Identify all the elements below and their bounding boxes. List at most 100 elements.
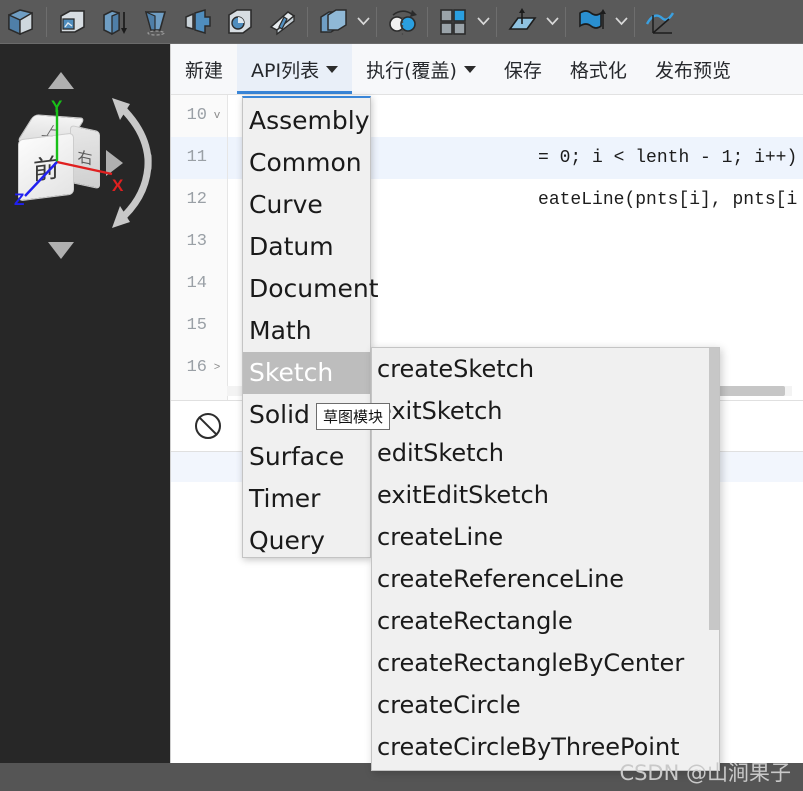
line-number: 15	[187, 305, 207, 347]
view-cube-widget[interactable]: 上 右 前 Y X Z	[0, 72, 170, 272]
submenu-item-createReferenceLine[interactable]: createReferenceLine	[372, 558, 712, 600]
toolbar-separator	[46, 7, 47, 37]
dropdown-item-curve[interactable]: Curve	[243, 184, 370, 226]
chevron-down-icon[interactable]	[543, 2, 561, 42]
sketch-api-submenu[interactable]: createSketch exitSketch editSketch exitE…	[371, 347, 720, 771]
sketch-module-tooltip: 草图模块	[316, 403, 390, 430]
axis-label-x: X	[112, 176, 123, 196]
editor-menubar: 新建 API列表 执行(覆盖) 保存 格式化 发布预览	[171, 44, 803, 95]
menu-item-save[interactable]: 保存	[490, 44, 556, 94]
dropdown-item-surface[interactable]: Surface	[243, 436, 370, 478]
datum-plane-icon[interactable]	[501, 2, 543, 42]
submenu-item-createSketch[interactable]: createSketch	[372, 348, 712, 390]
chevron-down-icon	[464, 66, 476, 73]
dropdown-item-math[interactable]: Math	[243, 310, 370, 352]
pattern-group	[432, 2, 492, 42]
menu-item-execute[interactable]: 执行(覆盖)	[352, 44, 490, 94]
menu-label: 格式化	[570, 56, 627, 83]
line-number: 14	[187, 263, 207, 305]
boolean-group	[312, 2, 372, 42]
curve-icon[interactable]	[639, 2, 681, 42]
draft-icon[interactable]	[93, 2, 135, 42]
surface-icon[interactable]	[570, 2, 612, 42]
line-number-row: 10 v	[171, 95, 227, 137]
menu-item-format[interactable]: 格式化	[556, 44, 641, 94]
line-number-row: 13	[171, 221, 227, 263]
toolbar-separator	[496, 7, 497, 37]
menu-item-publish-preview[interactable]: 发布预览	[641, 44, 745, 94]
submenu-item-exitEditSketch[interactable]: exitEditSketch	[372, 474, 712, 516]
3d-viewport[interactable]: 上 右 前 Y X Z	[0, 44, 170, 763]
dropdown-item-timer[interactable]: Timer	[243, 478, 370, 520]
dropdown-item-document[interactable]: Document	[243, 268, 370, 310]
fold-chevron-right-icon[interactable]: >	[211, 347, 223, 389]
axis-label-z: Z	[14, 190, 24, 210]
line-number-row: 11	[171, 137, 227, 179]
fold-chevron-down-icon[interactable]: v	[211, 95, 223, 137]
axis-triad	[12, 104, 142, 214]
chevron-down-icon[interactable]	[612, 2, 630, 42]
line-number-row: 14	[171, 263, 227, 305]
menu-label: 执行(覆盖)	[366, 56, 457, 83]
menu-item-new[interactable]: 新建	[171, 44, 237, 94]
submenu-item-createRectangle[interactable]: createRectangle	[372, 600, 712, 642]
taper-icon[interactable]	[135, 2, 177, 42]
hole-icon[interactable]	[219, 2, 261, 42]
line-number-row: 12	[171, 179, 227, 221]
chevron-down-icon	[326, 66, 338, 73]
boolean-icon[interactable]	[312, 2, 354, 42]
nav-down-arrow-icon[interactable]	[48, 242, 74, 264]
chevron-down-icon[interactable]	[354, 2, 372, 42]
scrollbar-thumb[interactable]	[709, 348, 719, 630]
toolbar-separator	[565, 7, 566, 37]
axis-label-y: Y	[51, 97, 62, 117]
dropdown-item-sketch[interactable]: Sketch	[243, 352, 370, 394]
toolbar-separator	[427, 7, 428, 37]
dropdown-item-datum[interactable]: Datum	[243, 226, 370, 268]
code-text: = 0; i < lenth - 1; i++) {	[338, 148, 803, 168]
submenu-scrollbar[interactable]	[709, 348, 719, 771]
surface-group	[570, 2, 630, 42]
nav-up-arrow-icon[interactable]	[48, 72, 74, 94]
submenu-list: createSketch exitSketch editSketch exitE…	[372, 348, 712, 768]
line-number: 16	[187, 347, 207, 389]
code-text: eateLine(pnts[i], pnts[i + 1], 0);	[338, 190, 803, 210]
dropdown-item-query[interactable]: Query	[243, 520, 370, 562]
line-number: 10	[187, 95, 207, 137]
rib-icon[interactable]	[261, 2, 303, 42]
datum-plane-group	[501, 2, 561, 42]
mirror-icon[interactable]	[177, 2, 219, 42]
line-number: 36	[187, 389, 207, 400]
line-number: 11	[187, 137, 207, 179]
menu-label: API列表	[251, 56, 319, 83]
submenu-item-createLine[interactable]: createLine	[372, 516, 712, 558]
submenu-item-createCircle[interactable]: createCircle	[372, 684, 712, 726]
dropdown-item-common[interactable]: Common	[243, 142, 370, 184]
api-category-dropdown[interactable]: Assembly Common Curve Datum Document Mat…	[242, 96, 371, 558]
submenu-item-createRectangleByCenter[interactable]: createRectangleByCenter	[372, 642, 712, 684]
line-number: 13	[187, 221, 207, 263]
extrude-icon[interactable]	[0, 2, 42, 42]
toolbar-separator	[307, 7, 308, 37]
cad-toolbar	[0, 0, 803, 44]
line-number-gutter: 10 v 11 12 13 14	[171, 95, 227, 400]
submenu-item-editSketch[interactable]: editSketch	[372, 432, 712, 474]
chevron-down-icon[interactable]	[474, 2, 492, 42]
line-number-row: 16 >	[171, 347, 227, 389]
menu-label: 发布预览	[655, 56, 731, 83]
line-number: 12	[187, 179, 207, 221]
menu-label: 保存	[504, 56, 542, 83]
clear-console-icon[interactable]	[195, 413, 221, 439]
menu-label: 新建	[185, 56, 223, 83]
pattern-icon[interactable]	[432, 2, 474, 42]
line-number-row: 15	[171, 305, 227, 347]
revolve-icon[interactable]	[381, 2, 423, 42]
application-window: 上 右 前 Y X Z 新建 API列表 执	[0, 0, 803, 791]
dropdown-item-assembly[interactable]: Assembly	[243, 100, 370, 142]
submenu-item-exitSketch[interactable]: exitSketch	[372, 390, 712, 432]
menu-item-api-list[interactable]: API列表	[237, 44, 352, 94]
toolbar-separator	[634, 7, 635, 37]
line-number-row: 36	[171, 389, 227, 400]
submenu-item-createCircleByThreePoint[interactable]: createCircleByThreePoint	[372, 726, 712, 768]
shell-icon[interactable]	[51, 2, 93, 42]
